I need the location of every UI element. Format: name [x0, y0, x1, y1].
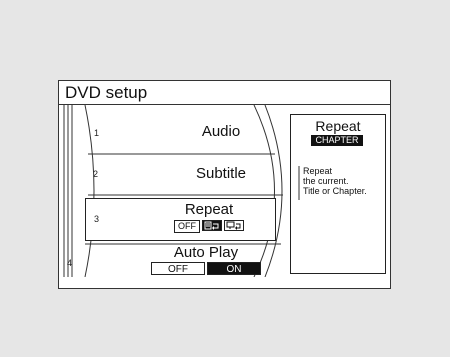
info-panel: Repeat CHAPTER Repeat the current. Title… — [290, 114, 386, 274]
menu-number-3: 3 — [94, 214, 100, 224]
menu-number-4: 4 — [67, 258, 73, 268]
menu-item-subtitle[interactable]: Subtitle — [143, 165, 299, 183]
menu-item-auto-play[interactable]: Auto Play OFF ON — [121, 245, 291, 275]
menu-area: 1 Audio 2 Subtitle 3 Repeat OFF 4 Auto P… — [59, 105, 390, 277]
title-bar: DVD setup — [59, 81, 390, 105]
menu-item-label: Subtitle — [195, 165, 247, 182]
auto-play-off-option[interactable]: OFF — [151, 262, 205, 275]
info-description-line: Title or Chapter. — [303, 186, 367, 196]
menu-item-label: Repeat — [184, 201, 234, 218]
repeat-off-option[interactable]: OFF — [174, 220, 200, 233]
menu-item-label: Audio — [201, 123, 241, 140]
info-description-line: Repeat — [303, 166, 333, 176]
repeat-title-icon[interactable] — [224, 220, 244, 231]
menu-item-label: Auto Play — [173, 244, 239, 261]
menu-number-2: 2 — [93, 169, 99, 179]
menu-number-1: 1 — [94, 128, 100, 138]
repeat-chapter-icon[interactable] — [202, 220, 222, 231]
dvd-setup-panel: DVD setup 1 Audio 2 Subtitle 3 Repeat OF… — [58, 80, 391, 289]
menu-item-repeat[interactable]: 3 Repeat OFF — [85, 198, 276, 241]
info-title: Repeat — [315, 118, 361, 134]
info-divider — [298, 166, 300, 200]
auto-play-on-option[interactable]: ON — [207, 262, 261, 275]
info-badge: CHAPTER — [311, 135, 363, 146]
window-title: DVD setup — [65, 83, 148, 102]
info-description-line: the current. — [303, 176, 349, 186]
menu-item-audio[interactable]: Audio — [143, 123, 299, 141]
info-description: Repeat the current. Title or Chapter. — [303, 166, 385, 196]
